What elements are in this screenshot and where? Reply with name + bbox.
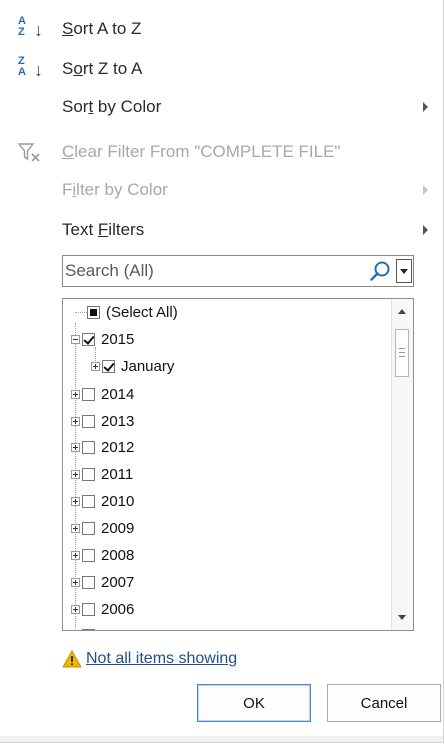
menu-item-label: Sort Z to A: [62, 59, 143, 78]
sort-az-icon: AZ ↓: [18, 15, 43, 40]
expand-icon[interactable]: [71, 550, 80, 560]
menu-item-label: Clear Filter From "COMPLETE FILE": [62, 142, 341, 161]
checkbox[interactable]: [82, 494, 95, 508]
submenu-arrow-icon: [423, 225, 428, 235]
checkbox[interactable]: [82, 387, 95, 401]
expand-icon[interactable]: [71, 416, 80, 426]
warning-icon: [62, 650, 82, 668]
list-item[interactable]: 2007: [71, 569, 134, 595]
menu-item-label: Sort A to Z: [62, 19, 142, 38]
checkbox[interactable]: [87, 305, 100, 319]
menu-item-filter-by-color[interactable]: Filter by Color: [0, 172, 440, 208]
list-item-label: 2011: [101, 465, 134, 483]
menu-item-sort-by-color[interactable]: Sort by Color: [0, 89, 440, 125]
expand-icon[interactable]: [71, 389, 80, 399]
list-item-select-all[interactable]: (Select All): [87, 299, 178, 325]
submenu-arrow-icon: [423, 185, 428, 195]
checkbox[interactable]: [82, 414, 95, 428]
list-item-label: 2010: [101, 492, 135, 510]
list-item-label: 2006: [101, 600, 135, 618]
list-item[interactable]: 2013: [71, 408, 134, 434]
list-scrollbar[interactable]: [391, 299, 413, 630]
list-item-label: 2015: [101, 330, 135, 348]
list-item-label: January: [121, 357, 175, 375]
list-item[interactable]: 2008: [71, 542, 134, 568]
checkbox[interactable]: [82, 521, 95, 535]
checkbox[interactable]: [82, 548, 95, 562]
list-item[interactable]: 2012: [71, 434, 134, 460]
menu-item-label: Text Filters: [62, 220, 145, 239]
menu-item-text-filters[interactable]: Text Filters: [0, 212, 440, 248]
list-item[interactable]: 2009: [71, 515, 134, 541]
list-item-label: 2012: [101, 438, 135, 456]
list-item-label: 2007: [101, 573, 135, 591]
filter-dropdown-panel: AZ ↓ Sort A to Z ZA ↓ Sort Z to A Sort b…: [0, 0, 444, 743]
not-all-items-warning[interactable]: Not all items showing: [62, 648, 237, 670]
expand-icon[interactable]: [71, 442, 80, 452]
list-item[interactable]: 2015: [71, 326, 134, 352]
search-box: [62, 255, 414, 287]
menu-item-label: Filter by Color: [62, 180, 168, 199]
expand-icon[interactable]: [71, 577, 80, 587]
checkbox[interactable]: [102, 359, 115, 373]
list-item-partial: [71, 622, 95, 630]
list-item[interactable]: 2014: [71, 381, 134, 407]
menu-item-clear-filter[interactable]: Clear Filter From "COMPLETE FILE": [0, 134, 440, 170]
expand-icon[interactable]: [71, 496, 80, 506]
expand-icon[interactable]: [71, 604, 80, 614]
checkbox[interactable]: [82, 602, 95, 616]
clear-filter-icon: [17, 143, 40, 162]
list-item-label: 2014: [101, 385, 135, 403]
search-input[interactable]: [63, 256, 365, 286]
menu-item-sort-a-to-z[interactable]: AZ ↓ Sort A to Z: [0, 11, 440, 47]
sort-za-icon: ZA ↓: [18, 55, 43, 80]
expand-icon[interactable]: [91, 361, 100, 371]
checkbox[interactable]: [82, 575, 95, 589]
menu-item-label: Sort by Color: [62, 97, 162, 116]
checkbox[interactable]: [82, 440, 95, 454]
warning-link[interactable]: Not all items showing: [86, 650, 237, 668]
list-item[interactable]: 2006: [71, 596, 134, 622]
list-item[interactable]: 2011: [71, 461, 133, 487]
scroll-up-arrow-icon[interactable]: [398, 309, 406, 314]
list-item[interactable]: 2010: [71, 488, 134, 514]
list-item[interactable]: January: [91, 353, 174, 379]
cancel-button[interactable]: Cancel: [327, 684, 441, 722]
ok-button[interactable]: OK: [197, 684, 311, 722]
search-icon[interactable]: [369, 260, 391, 282]
checkbox[interactable]: [82, 467, 95, 481]
expand-icon[interactable]: [71, 523, 80, 533]
list-item-label: 2008: [101, 546, 135, 564]
search-options-dropdown-button[interactable]: [396, 259, 412, 283]
scrollbar-thumb[interactable]: [395, 329, 409, 377]
scroll-down-arrow-icon[interactable]: [398, 615, 406, 620]
collapse-icon[interactable]: [71, 334, 80, 344]
filter-values-tree: (Select All) 2015 January 2014 2013 2012…: [63, 299, 391, 630]
resize-grip-bar[interactable]: [0, 736, 443, 742]
list-item-label: 2009: [101, 519, 135, 537]
expand-icon[interactable]: [71, 469, 80, 479]
menu-item-sort-z-to-a[interactable]: ZA ↓ Sort Z to A: [0, 51, 440, 87]
filter-values-list: (Select All) 2015 January 2014 2013 2012…: [62, 298, 414, 631]
list-item-label: (Select All): [106, 303, 178, 321]
checkbox: [82, 628, 95, 630]
list-item-label: 2013: [101, 412, 135, 430]
checkbox[interactable]: [82, 332, 95, 346]
submenu-arrow-icon: [423, 102, 428, 112]
